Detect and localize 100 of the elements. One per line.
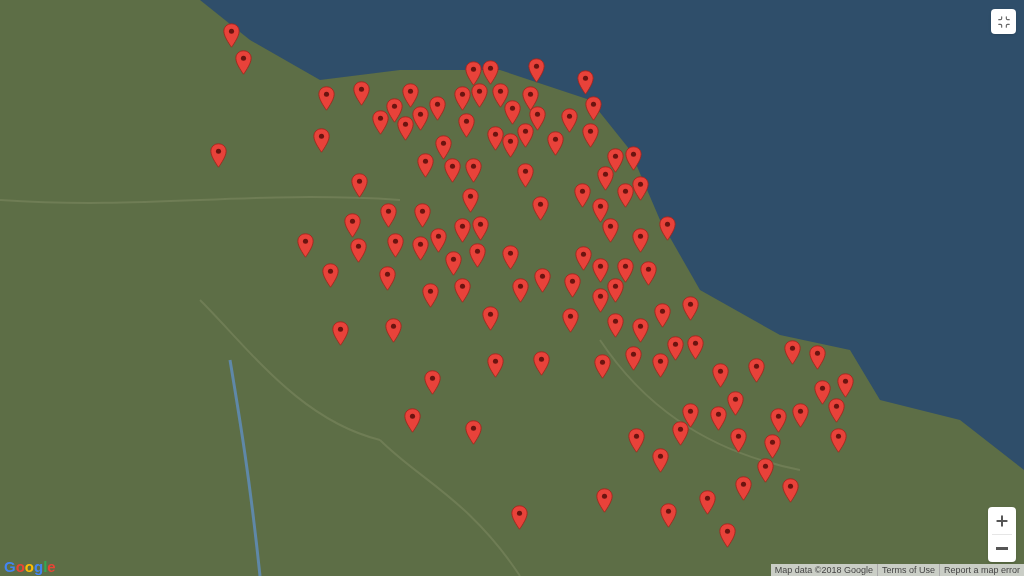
map-pin-icon[interactable]: [527, 57, 545, 83]
map-pin-icon[interactable]: [631, 227, 649, 253]
map-pin-icon[interactable]: [461, 187, 479, 213]
map-pin-icon[interactable]: [651, 352, 669, 378]
map-pin-icon[interactable]: [511, 277, 529, 303]
map-pin-icon[interactable]: [574, 245, 592, 271]
map-pin-icon[interactable]: [396, 115, 414, 141]
map-pin-icon[interactable]: [371, 109, 389, 135]
attribution-link[interactable]: Terms of Use: [876, 564, 935, 576]
map-pin-icon[interactable]: [681, 295, 699, 321]
map-pin-icon[interactable]: [813, 379, 831, 405]
map-pin-icon[interactable]: [593, 353, 611, 379]
map-pin-icon[interactable]: [434, 134, 452, 160]
map-pin-icon[interactable]: [546, 130, 564, 156]
map-pin-icon[interactable]: [827, 397, 845, 423]
map-pin-icon[interactable]: [384, 317, 402, 343]
map-pin-icon[interactable]: [616, 182, 634, 208]
map-pin-icon[interactable]: [468, 242, 486, 268]
map-pin-icon[interactable]: [464, 419, 482, 445]
map-pin-icon[interactable]: [411, 105, 429, 131]
map-pin-icon[interactable]: [666, 335, 684, 361]
map-pin-icon[interactable]: [486, 352, 504, 378]
map-pin-icon[interactable]: [659, 502, 677, 528]
map-pin-icon[interactable]: [747, 357, 765, 383]
attribution-link[interactable]: Report a map error: [938, 564, 1020, 576]
map-pin-icon[interactable]: [711, 362, 729, 388]
map-pin-icon[interactable]: [491, 82, 509, 108]
map-pin-icon[interactable]: [718, 522, 736, 548]
map-pin-icon[interactable]: [350, 172, 368, 198]
map-pin-icon[interactable]: [596, 165, 614, 191]
map-pin-icon[interactable]: [531, 195, 549, 221]
map-pin-icon[interactable]: [639, 260, 657, 286]
map-pin-icon[interactable]: [501, 132, 519, 158]
map-pin-icon[interactable]: [471, 215, 489, 241]
map-pin-icon[interactable]: [726, 390, 744, 416]
map-pin-icon[interactable]: [729, 427, 747, 453]
map-pin-icon[interactable]: [486, 125, 504, 151]
map-pin-icon[interactable]: [532, 350, 550, 376]
map-pin-icon[interactable]: [349, 237, 367, 263]
map-pin-icon[interactable]: [403, 407, 421, 433]
map-pin-icon[interactable]: [601, 217, 619, 243]
map-pin-icon[interactable]: [763, 433, 781, 459]
map-pin-icon[interactable]: [413, 202, 431, 228]
map-pin-icon[interactable]: [560, 107, 578, 133]
map-pin-icon[interactable]: [521, 85, 539, 111]
map-pin-icon[interactable]: [606, 277, 624, 303]
map-pin-icon[interactable]: [444, 250, 462, 276]
map-pin-icon[interactable]: [606, 147, 624, 173]
map-pin-icon[interactable]: [595, 487, 613, 513]
map-pin-icon[interactable]: [581, 122, 599, 148]
map-pin-icon[interactable]: [222, 22, 240, 48]
map-pin-icon[interactable]: [698, 489, 716, 515]
map-pin-icon[interactable]: [734, 475, 752, 501]
map-pin-icon[interactable]: [624, 345, 642, 371]
map-pin-icon[interactable]: [503, 99, 521, 125]
map-pin-icon[interactable]: [317, 85, 335, 111]
exit-fullscreen-button[interactable]: [991, 9, 1016, 34]
map-pin-icon[interactable]: [411, 235, 429, 261]
map-pin-icon[interactable]: [836, 372, 854, 398]
map-pin-icon[interactable]: [616, 257, 634, 283]
map-pin-icon[interactable]: [343, 212, 361, 238]
map-pin-icon[interactable]: [651, 447, 669, 473]
map-pin-icon[interactable]: [464, 60, 482, 86]
map-pin-icon[interactable]: [453, 217, 471, 243]
map-pin-icon[interactable]: [516, 162, 534, 188]
map-pin-icon[interactable]: [401, 82, 419, 108]
map-pin-icon[interactable]: [501, 244, 519, 270]
map-pin-icon[interactable]: [631, 175, 649, 201]
map-pin-icon[interactable]: [781, 477, 799, 503]
map-pin-icon[interactable]: [510, 504, 528, 530]
map-pin-icon[interactable]: [453, 277, 471, 303]
map-pin-icon[interactable]: [627, 427, 645, 453]
map-pin-icon[interactable]: [671, 420, 689, 446]
map-pin-icon[interactable]: [296, 232, 314, 258]
map-pin-icon[interactable]: [561, 307, 579, 333]
map-pin-icon[interactable]: [584, 95, 602, 121]
map-pin-icon[interactable]: [421, 282, 439, 308]
map-pin-icon[interactable]: [331, 320, 349, 346]
map-pin-icon[interactable]: [606, 312, 624, 338]
map-pin-icon[interactable]: [573, 182, 591, 208]
map-pin-icon[interactable]: [352, 80, 370, 106]
map-pin-icon[interactable]: [321, 262, 339, 288]
map-pin-icon[interactable]: [624, 145, 642, 171]
map-pin-icon[interactable]: [528, 105, 546, 131]
map-pin-icon[interactable]: [416, 152, 434, 178]
map-pin-icon[interactable]: [516, 122, 534, 148]
map-pin-icon[interactable]: [481, 59, 499, 85]
map-pin-icon[interactable]: [481, 305, 499, 331]
map-pin-icon[interactable]: [756, 457, 774, 483]
map-pin-icon[interactable]: [379, 202, 397, 228]
map-pin-icon[interactable]: [453, 85, 471, 111]
map-pin-icon[interactable]: [428, 95, 446, 121]
map-pin-icon[interactable]: [591, 287, 609, 313]
map-pin-icon[interactable]: [423, 369, 441, 395]
map-pin-icon[interactable]: [378, 265, 396, 291]
map-pin-icon[interactable]: [686, 334, 704, 360]
map-pin-icon[interactable]: [808, 344, 826, 370]
map-pin-icon[interactable]: [385, 97, 403, 123]
map-pin-icon[interactable]: [457, 112, 475, 138]
map-pin-icon[interactable]: [386, 232, 404, 258]
